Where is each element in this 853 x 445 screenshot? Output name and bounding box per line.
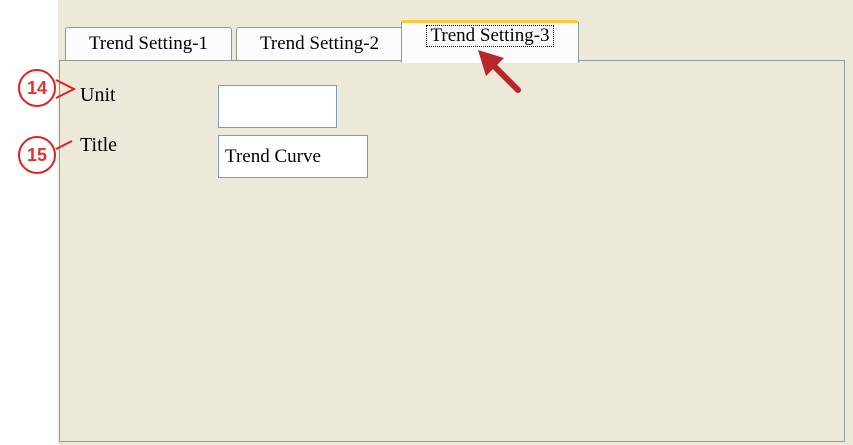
unit-input[interactable] bbox=[218, 85, 337, 128]
tab-panel bbox=[59, 60, 845, 442]
callout-pointer-icon bbox=[55, 140, 73, 150]
arrow-pointer-icon bbox=[478, 50, 521, 93]
callout-number: 14 bbox=[26, 77, 48, 98]
tab-trend-setting-2[interactable]: Trend Setting-2 bbox=[236, 27, 403, 60]
tab-trend-setting-1[interactable]: Trend Setting-1 bbox=[65, 27, 232, 60]
callout-badge-unit: 14 bbox=[18, 69, 56, 107]
tab-label: Trend Setting-2 bbox=[259, 33, 380, 54]
callout-badge-title: 15 bbox=[18, 136, 56, 174]
title-input[interactable] bbox=[218, 135, 368, 178]
callout-pointer-icon bbox=[55, 79, 77, 99]
tab-label: Trend Setting-1 bbox=[88, 33, 209, 54]
callout-number: 15 bbox=[26, 144, 48, 165]
title-label: Title bbox=[80, 134, 118, 156]
tab-strip: Trend Setting-1 Trend Setting-2 Trend Se… bbox=[58, 0, 853, 63]
unit-label: Unit bbox=[80, 84, 116, 106]
